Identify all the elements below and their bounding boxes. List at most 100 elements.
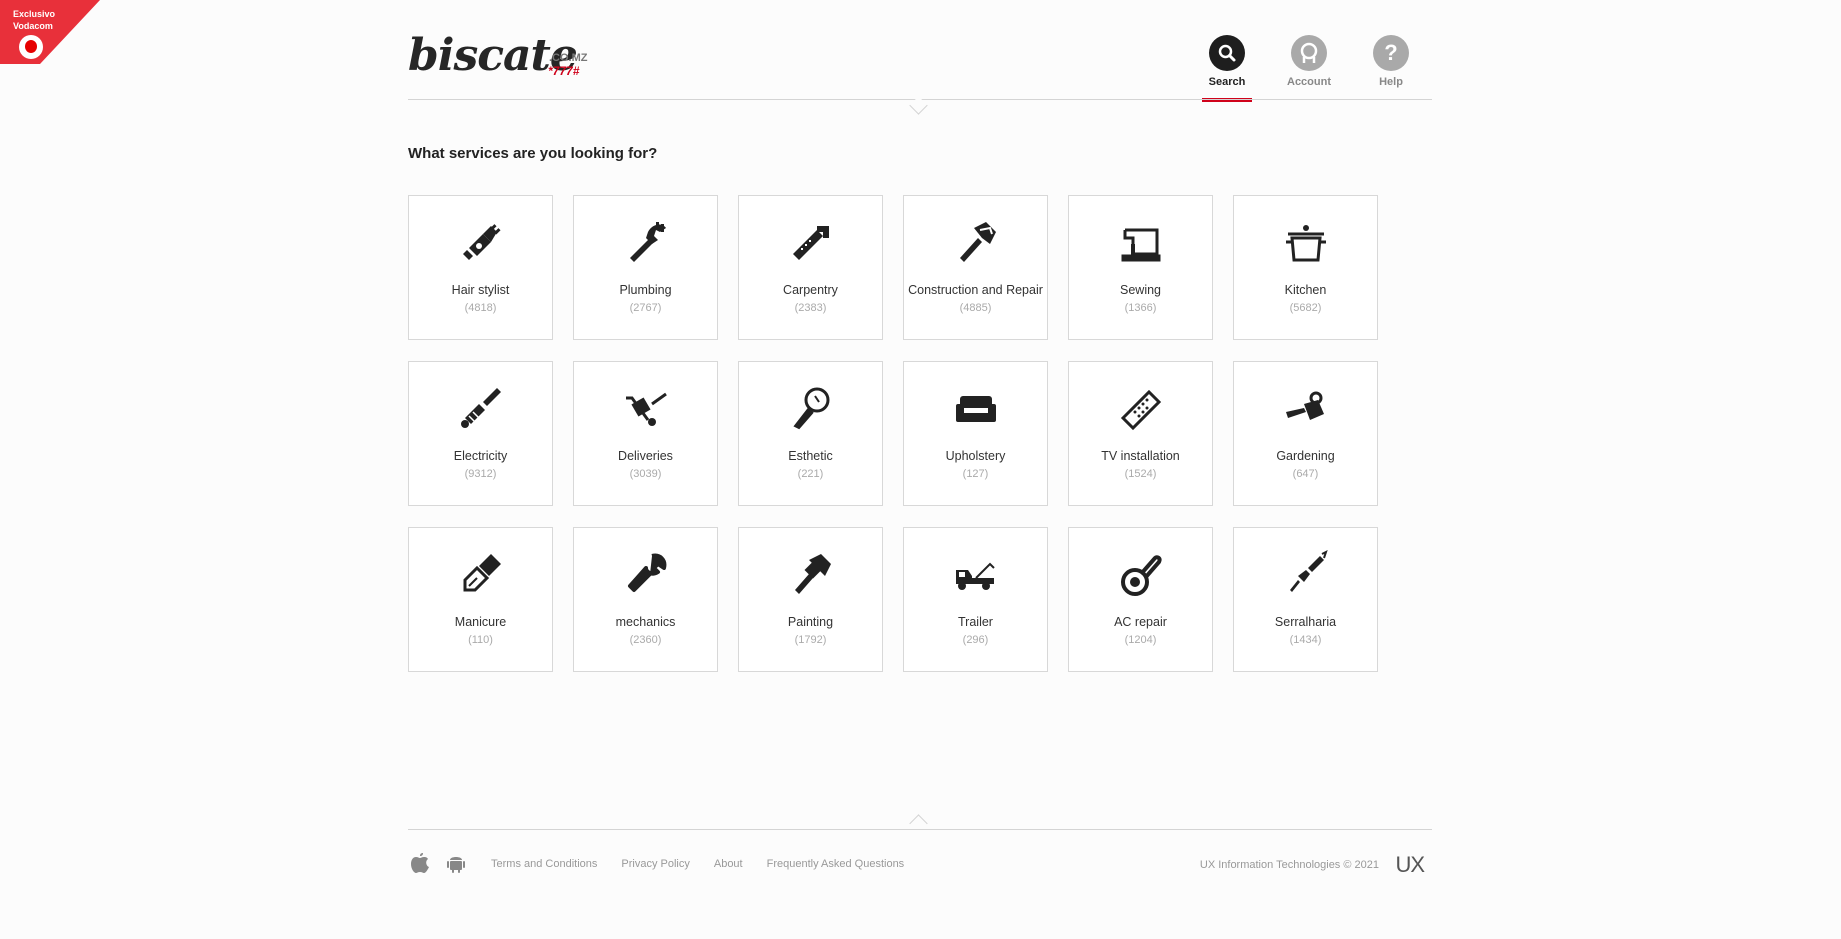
service-count: (1792): [794, 634, 827, 646]
about-link[interactable]: About: [714, 858, 743, 870]
mirror-icon: [792, 387, 829, 430]
service-count: (296): [962, 634, 989, 646]
hammer-icon: [959, 222, 996, 262]
service-count: (3039): [629, 468, 662, 480]
screwdriver-icon: [460, 388, 501, 428]
sofa-icon: [955, 396, 996, 422]
welding-torch-icon: [1289, 550, 1328, 592]
service-label: Esthetic: [788, 449, 833, 463]
service-tile-sewing[interactable]: Sewing (1366): [1068, 195, 1213, 340]
service-tile-kitchen[interactable]: Kitchen (5682): [1233, 195, 1378, 340]
service-tile-deliveries[interactable]: Deliveries (3039): [573, 361, 718, 506]
nav-account-label: Account: [1287, 76, 1331, 88]
service-label: TV installation: [1101, 449, 1180, 463]
service-count: (127): [962, 468, 989, 480]
thermometer-icon: [1120, 555, 1161, 596]
service-label: Sewing: [1120, 283, 1161, 297]
service-label: Gardening: [1276, 449, 1335, 463]
wrench-icon: [627, 553, 666, 592]
cooking-pot-icon: [1285, 225, 1326, 262]
service-label: Serralharia: [1274, 615, 1337, 629]
service-count: (9312): [464, 468, 497, 480]
service-count: (2767): [629, 302, 662, 314]
service-tile-plumbing[interactable]: Plumbing (2767): [573, 195, 718, 340]
service-tile-hair-stylist[interactable]: Hair stylist (4818): [408, 195, 553, 340]
service-label: Construction and Repair: [908, 283, 1043, 297]
service-count: (1434): [1289, 634, 1322, 646]
service-label: Electricity: [453, 449, 508, 463]
service-count: (2360): [629, 634, 662, 646]
services-grid: Hair stylist (4818) Plumbing (2767) Carp…: [408, 195, 1378, 672]
service-tile-tv-installation[interactable]: TV installation (1524): [1068, 361, 1213, 506]
nav-search-label: Search: [1208, 76, 1246, 88]
ribbon-line1: Exclusivo: [13, 9, 56, 19]
service-tile-carpentry[interactable]: Carpentry (2383): [738, 195, 883, 340]
service-label: Deliveries: [618, 449, 673, 463]
vodacom-ribbon: Exclusivo Vodacom: [0, 0, 100, 64]
service-tile-ac-repair[interactable]: AC repair (1204): [1068, 527, 1213, 672]
nav-help[interactable]: ? Help: [1350, 35, 1432, 99]
nail-polish-icon: [463, 554, 501, 592]
pipe-wrench-icon: [629, 222, 666, 262]
service-count: (4818): [464, 302, 497, 314]
hair-clipper-icon: [462, 224, 501, 260]
sewing-machine-icon: [1121, 228, 1160, 262]
nav-help-label: Help: [1379, 76, 1403, 88]
paint-brush-icon: [794, 554, 831, 594]
service-label: Carpentry: [783, 283, 838, 297]
service-label: AC repair: [1114, 615, 1167, 629]
android-icon[interactable]: [446, 852, 466, 874]
apple-icon[interactable]: [410, 852, 430, 874]
watering-can-icon: [1285, 391, 1324, 420]
service-label: Kitchen: [1284, 283, 1327, 297]
ribbon-line2: Vodacom: [13, 21, 53, 31]
service-tile-trailer[interactable]: Trailer (296): [903, 527, 1048, 672]
service-count: (4885): [959, 302, 992, 314]
service-count: (221): [797, 468, 824, 480]
logo-ussd-code: *777#: [548, 64, 580, 78]
service-label: Hair stylist: [451, 283, 510, 297]
footer: Terms and Conditions Privacy Policy Abou…: [408, 852, 1432, 882]
service-count: (1524): [1124, 468, 1157, 480]
service-count: (110): [468, 634, 493, 646]
service-count: (5682): [1289, 302, 1322, 314]
service-label: Painting: [787, 615, 834, 629]
service-label: Trailer: [958, 615, 993, 629]
service-count: (1204): [1124, 634, 1157, 646]
faq-link[interactable]: Frequently Asked Questions: [767, 858, 905, 870]
vodafone-logo-icon: [19, 35, 43, 59]
service-count: (1366): [1124, 302, 1157, 314]
nav-search[interactable]: Search: [1186, 35, 1268, 102]
service-label: Manicure: [454, 615, 507, 629]
page-title: What services are you looking for?: [408, 145, 658, 162]
service-tile-gardening[interactable]: Gardening (647): [1233, 361, 1378, 506]
footer-links: Terms and Conditions Privacy Policy Abou…: [491, 858, 904, 870]
tow-truck-icon: [955, 562, 995, 590]
service-count: (647): [1292, 468, 1319, 480]
privacy-link[interactable]: Privacy Policy: [621, 858, 689, 870]
header: biscate .CO.MZ *777# Search Account ? He…: [408, 0, 1432, 102]
terms-link[interactable]: Terms and Conditions: [491, 858, 597, 870]
saw-icon: [792, 226, 829, 260]
ux-logo[interactable]: UX: [1395, 852, 1425, 878]
service-tile-esthetic[interactable]: Esthetic (221): [738, 361, 883, 506]
service-label: Plumbing: [619, 283, 672, 297]
help-icon: ?: [1373, 35, 1409, 71]
service-tile-mechanics[interactable]: mechanics (2360): [573, 527, 718, 672]
service-count: (2383): [794, 302, 827, 314]
copyright: UX Information Technologies © 2021: [1199, 859, 1379, 871]
hand-truck-icon: [625, 392, 667, 426]
service-tile-painting[interactable]: Painting (1792): [738, 527, 883, 672]
service-label: Upholstery: [945, 449, 1006, 463]
nav-account[interactable]: Account: [1268, 35, 1350, 99]
footer-divider: [408, 829, 1432, 830]
search-icon: [1209, 35, 1245, 71]
service-tile-serralharia[interactable]: Serralharia (1434): [1233, 527, 1378, 672]
service-tile-manicure[interactable]: Manicure (110): [408, 527, 553, 672]
service-tile-electricity[interactable]: Electricity (9312): [408, 361, 553, 506]
remote-control-icon: [1120, 389, 1161, 431]
service-tile-construction[interactable]: Construction and Repair (4885): [903, 195, 1048, 340]
service-tile-upholstery[interactable]: Upholstery (127): [903, 361, 1048, 506]
user-icon: [1291, 35, 1327, 71]
service-label: mechanics: [615, 615, 676, 629]
